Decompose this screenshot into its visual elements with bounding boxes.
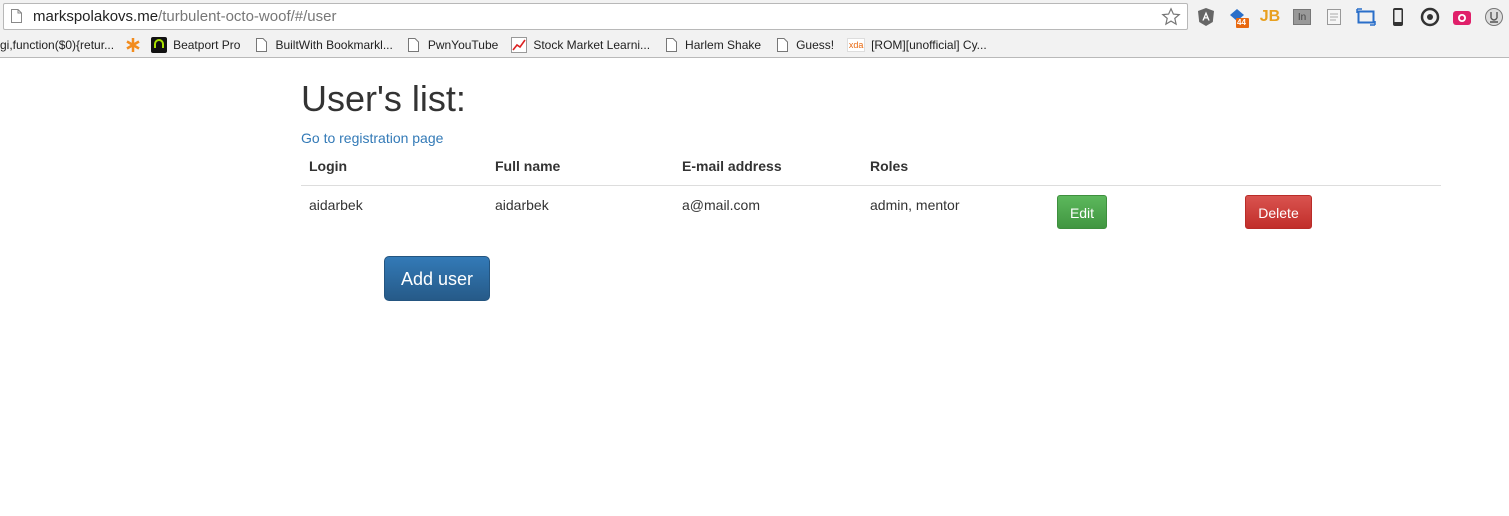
in-icon-label: In [1297,11,1307,23]
bookmark-item[interactable]: gi,function($0){retur... [0,37,114,53]
asterisk-icon [125,37,141,53]
bookmarks-bar: gi,function($0){retur... Beatport Pro Bu… [0,34,1000,56]
table-header: Login Full name E-mail address Roles [301,148,1441,186]
bookmark-label: Harlem Shake [685,38,762,52]
stack-badge-count: 44 [1237,18,1246,27]
browser-chrome: markspolakovs.me/turbulent-octo-woof/#/u… [0,0,1509,58]
cell-delete: Delete [1237,185,1441,235]
column-header-edit [1049,148,1237,186]
phone-icon[interactable] [1387,6,1409,28]
bookmark-item[interactable]: xda [ROM][unofficial] Cy... [846,37,987,53]
address-bar[interactable]: markspolakovs.me/turbulent-octo-woof/#/u… [3,3,1188,30]
bookmark-item[interactable]: Harlem Shake [663,37,761,53]
table-row: aidarbek aidarbek a@mail.com admin, ment… [301,185,1441,235]
chart-icon [511,37,528,53]
column-header-roles: Roles [862,148,1049,186]
cell-full-name: aidarbek [495,196,549,213]
add-user-button[interactable]: Add user [384,256,490,301]
url-host: markspolakovs.me [33,8,159,25]
window-resize-icon[interactable] [1355,6,1377,28]
url-path: /turbulent-octo-woof/#/user [158,8,337,25]
bookmark-label: PwnYouTube [427,38,499,52]
bookmark-label: [ROM][unofficial] Cy... [871,38,987,52]
refresh-circle-icon[interactable] [1419,6,1441,28]
angular-icon[interactable] [1195,6,1217,28]
xda-icon-label: xda [846,38,866,52]
column-header-login: Login [301,148,487,186]
bookmark-item[interactable]: Stock Market Learni... [511,37,650,53]
bookmark-label: BuiltWith Bookmarkl... [275,38,393,52]
bookmark-item[interactable] [125,37,141,53]
bookmark-label: Stock Market Learni... [533,38,651,52]
document-icon[interactable] [1323,6,1345,28]
bookmark-item[interactable]: BuiltWith Bookmarkl... [253,37,393,53]
bookmark-label: Beatport Pro [173,38,241,52]
bookmark-star-icon[interactable] [1161,7,1181,27]
in-icon[interactable]: In [1291,6,1313,28]
column-header-full-name: Full name [487,148,674,186]
registration-link[interactable]: Go to registration page [301,129,443,147]
column-header-delete [1237,148,1441,186]
users-table: Login Full name E-mail address Roles aid… [301,148,1441,235]
stack-badge-icon[interactable]: 44 [1227,6,1249,28]
table-header-row: Login Full name E-mail address Roles [301,148,1441,186]
page-icon [774,37,790,53]
beatport-icon [151,37,168,53]
table-body: aidarbek aidarbek a@mail.com admin, ment… [301,185,1441,235]
cell-roles: admin, mentor [870,196,960,213]
user-circle-icon[interactable] [1483,6,1505,28]
bookmark-item[interactable]: PwnYouTube [406,37,499,53]
jb-icon-label: JB [1259,8,1281,25]
delete-button[interactable]: Delete [1245,194,1312,229]
camera-icon[interactable] [1451,6,1473,28]
page-icon [253,37,269,53]
in-icon-box: In [1293,9,1311,25]
bookmark-label: Guess! [796,38,835,52]
jb-icon[interactable]: JB [1259,6,1281,28]
bookmark-label: gi,function($0){retur... [0,38,115,52]
edit-button[interactable]: Edit [1057,194,1107,229]
xda-icon: xda [846,37,866,53]
bookmark-item[interactable]: Beatport Pro [151,37,240,53]
cell-email: a@mail.com [682,196,761,213]
column-header-email: E-mail address [674,148,862,186]
cell-edit: Edit [1049,185,1237,235]
page-icon [406,37,422,53]
page-title: User's list: [301,78,466,119]
extensions-bar: 44 JB In [1195,5,1509,29]
bookmark-item[interactable]: Guess! [774,37,834,53]
url-text[interactable]: markspolakovs.me/turbulent-octo-woof/#/u… [33,8,336,26]
cell-login: aidarbek [309,196,363,213]
page-icon [11,9,22,23]
page-icon [663,37,679,53]
